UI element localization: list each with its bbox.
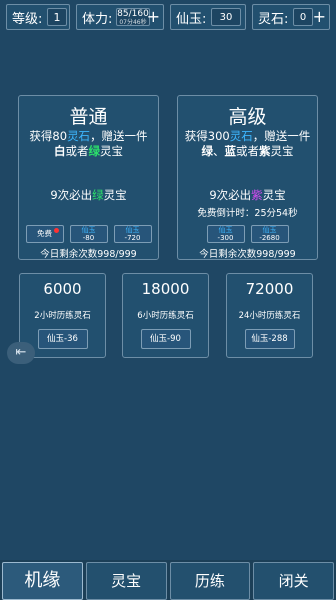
training-amount: 72000 <box>245 280 294 298</box>
training-card-24h: 72000 24小时历练灵石 仙玉-288 <box>226 273 313 358</box>
training-card-6h: 18000 6小时历练灵石 仙玉-90 <box>122 273 209 358</box>
normal-desc-treasure: 灵宝 <box>100 144 123 158</box>
normal-description: 获得80灵石，赠送一件 <box>19 129 158 144</box>
normal-free-label: 免费 <box>37 229 52 238</box>
bottom-tab-bar: 机缘 灵宝 历练 闭关 <box>0 560 336 600</box>
normal-jade-720-button[interactable]: 仙玉 -720 <box>113 225 152 243</box>
advanced-desc-blue: 蓝 <box>224 144 237 158</box>
stamina-plus-button[interactable]: + <box>147 6 160 28</box>
level-value: 1 <box>47 8 67 26</box>
training-amount: 6000 <box>43 280 82 298</box>
advanced-draw-card: 高级 获得300灵石，赠送一件 绿、蓝或者紫灵宝 9次必出紫灵宝 免费倒计时：2… <box>177 95 318 260</box>
training-desc: 24小时历练灵石 <box>238 311 301 321</box>
normal-desc-a: 获得80 <box>29 129 68 143</box>
stone-stat: 灵石: 0 + <box>252 4 330 30</box>
normal-desc-or: 或者 <box>65 144 89 158</box>
tab-opportunity[interactable]: 机缘 <box>2 562 83 600</box>
tab-seclusion[interactable]: 闭关 <box>253 562 334 600</box>
advanced-title: 高级 <box>228 106 267 128</box>
stone-label: 灵石: <box>258 11 289 27</box>
advanced-desc-stone: 灵石 <box>229 129 253 143</box>
normal-free-button[interactable]: 免费 <box>25 225 64 243</box>
exit-icon[interactable]: ⇤ <box>7 342 35 364</box>
normal-btn1-cost: -80 <box>82 234 95 242</box>
training-amount: 18000 <box>141 280 190 298</box>
normal-promise-green: 绿 <box>92 188 104 202</box>
advanced-btn1-label: 仙玉 <box>218 226 233 234</box>
advanced-promise-purple: 紫 <box>251 188 263 202</box>
tab-training[interactable]: 历练 <box>169 562 251 600</box>
advanced-desc-a: 获得300 <box>184 129 230 143</box>
jade-label: 仙玉: <box>176 11 207 27</box>
advanced-promise-a: 9次必出 <box>209 188 252 202</box>
stone-plus-button[interactable]: + <box>313 6 326 28</box>
advanced-description: 获得300灵石，赠送一件 <box>178 129 317 144</box>
normal-draw-card: 普通 获得80灵石，赠送一件 白或者绿灵宝 9次必出绿灵宝 免费 仙玉 -80 … <box>18 95 159 260</box>
normal-desc-c: ，赠送一件 <box>90 129 148 143</box>
advanced-button-row: 仙玉 -300 仙玉 -2680 <box>178 225 317 243</box>
normal-remaining: 今日剩余次数998/999 <box>40 249 137 260</box>
advanced-desc-purple: 紫 <box>259 144 271 158</box>
advanced-jade-2680-button[interactable]: 仙玉 -2680 <box>250 225 289 243</box>
tab-treasure[interactable]: 灵宝 <box>85 562 167 600</box>
free-red-dot <box>53 228 59 233</box>
normal-btn2-cost: -720 <box>124 234 141 242</box>
advanced-desc-comma: 、 <box>213 144 225 158</box>
stone-value: 0 <box>293 8 313 26</box>
jade-stat: 仙玉: 30 <box>170 4 246 30</box>
advanced-desc-c: ，赠送一件 <box>252 129 311 143</box>
training-cost-button[interactable]: 仙玉-36 <box>37 329 88 349</box>
normal-desc-white: 白 <box>54 144 66 158</box>
advanced-btn2-label: 仙玉 <box>262 226 277 234</box>
normal-btn2-label: 仙玉 <box>125 226 140 234</box>
training-cost-button[interactable]: 仙玉-90 <box>140 329 191 349</box>
advanced-jade-300-button[interactable]: 仙玉 -300 <box>206 225 245 243</box>
normal-btn1-label: 仙玉 <box>81 226 96 234</box>
level-label: 等级: <box>12 11 43 27</box>
stamina-stat: 体力: 85/160 07分46秒 + <box>76 4 164 30</box>
stamina-value: 85/160 <box>117 8 149 19</box>
stamina-value-box: 85/160 07分46秒 <box>116 8 150 26</box>
normal-promise-a: 9次必出 <box>50 188 93 202</box>
advanced-guarantee: 9次必出紫灵宝 <box>178 187 317 203</box>
stamina-timer: 07分46秒 <box>119 18 147 26</box>
training-desc: 6小时历练灵石 <box>137 311 194 321</box>
advanced-btn2-cost: -2680 <box>259 234 280 242</box>
normal-description-2: 白或者绿灵宝 <box>19 144 158 159</box>
normal-desc-green: 绿 <box>88 144 101 158</box>
advanced-desc-green: 绿 <box>201 144 214 158</box>
normal-jade-80-button[interactable]: 仙玉 -80 <box>69 225 108 243</box>
level-stat: 等级: 1 <box>6 4 70 30</box>
advanced-desc-or: 或者 <box>236 144 259 158</box>
normal-promise-c: 灵宝 <box>103 188 127 202</box>
advanced-description-2: 绿、蓝或者紫灵宝 <box>178 144 317 159</box>
training-desc: 2小时历练灵石 <box>34 311 91 321</box>
normal-desc-stone: 灵石 <box>67 129 91 143</box>
normal-guarantee: 9次必出绿灵宝 <box>19 187 158 203</box>
training-cost-button[interactable]: 仙玉-288 <box>244 329 295 349</box>
advanced-desc-treasure: 灵宝 <box>270 144 294 158</box>
free-countdown: 免费倒计时：25分54秒 <box>197 208 298 219</box>
stamina-label: 体力: <box>82 11 113 27</box>
jade-value: 30 <box>211 8 241 26</box>
advanced-remaining: 今日剩余次数998/999 <box>199 249 296 260</box>
advanced-promise-c: 灵宝 <box>262 188 286 202</box>
normal-title: 普通 <box>69 106 108 128</box>
advanced-btn1-cost: -300 <box>217 234 234 242</box>
normal-button-row: 免费 仙玉 -80 仙玉 -720 <box>19 225 158 243</box>
